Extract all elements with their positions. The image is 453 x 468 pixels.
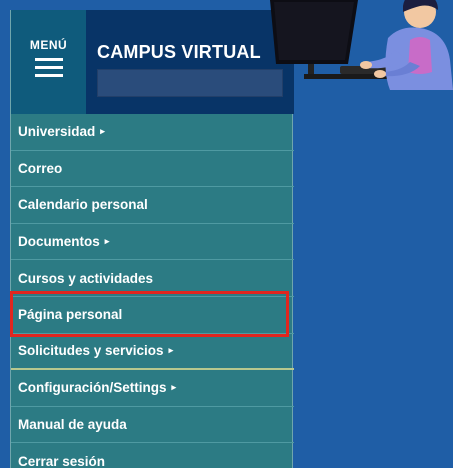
menu-item-cerrar-sesion[interactable]: Cerrar sesión <box>11 443 294 468</box>
caret-right-icon: ▸ <box>168 345 174 356</box>
menu-header: MENÚ CAMPUS VIRTUAL <box>11 10 294 114</box>
person-at-computer-illustration <box>270 0 453 90</box>
menu-item-label: Solicitudes y servicios <box>18 343 164 359</box>
menu-item-label: Correo <box>18 160 63 176</box>
menu-item-pagina-personal[interactable]: Página personal <box>11 297 294 334</box>
menu-item-calendario-personal[interactable]: Calendario personal <box>11 187 294 224</box>
menu-item-cursos-actividades[interactable]: Cursos y actividades <box>11 260 294 297</box>
brand-area: CAMPUS VIRTUAL <box>86 10 294 114</box>
caret-right-icon: ▸ <box>100 126 105 137</box>
caret-right-icon: ▸ <box>171 382 177 393</box>
menu-item-configuracion-settings[interactable]: Configuración/Settings ▸ <box>11 370 294 407</box>
menu-item-label: Universidad <box>18 124 96 140</box>
campus-menu-panel: MENÚ CAMPUS VIRTUAL Universidad ▸ Correo… <box>10 10 294 468</box>
menu-item-label: Calendario personal <box>18 197 148 213</box>
menu-item-manual-ayuda[interactable]: Manual de ayuda <box>11 407 294 444</box>
caret-right-icon: ▸ <box>104 236 110 247</box>
menu-item-label: Configuración/Settings <box>18 380 167 396</box>
menu-item-documentos[interactable]: Documentos ▸ <box>11 224 294 261</box>
menu-label: MENÚ <box>29 38 68 52</box>
hamburger-icon <box>34 58 63 82</box>
page-title: CAMPUS VIRTUAL <box>97 42 261 62</box>
menu-item-universidad[interactable]: Universidad ▸ <box>11 114 294 151</box>
main-menu-list: Universidad ▸ Correo Calendario personal… <box>11 114 294 468</box>
menu-item-label: Cursos y actividades <box>18 270 154 286</box>
menu-item-solicitudes-servicios[interactable]: Solicitudes y servicios ▸ <box>11 334 294 371</box>
menu-toggle-button[interactable]: MENÚ <box>11 10 86 114</box>
menu-item-label: Página personal <box>18 307 123 323</box>
menu-item-correo[interactable]: Correo <box>11 151 294 188</box>
menu-item-label: Documentos <box>18 234 100 250</box>
menu-item-label: Manual de ayuda <box>18 417 127 433</box>
user-name-field <box>97 69 283 97</box>
menu-item-label: Cerrar sesión <box>18 453 106 468</box>
